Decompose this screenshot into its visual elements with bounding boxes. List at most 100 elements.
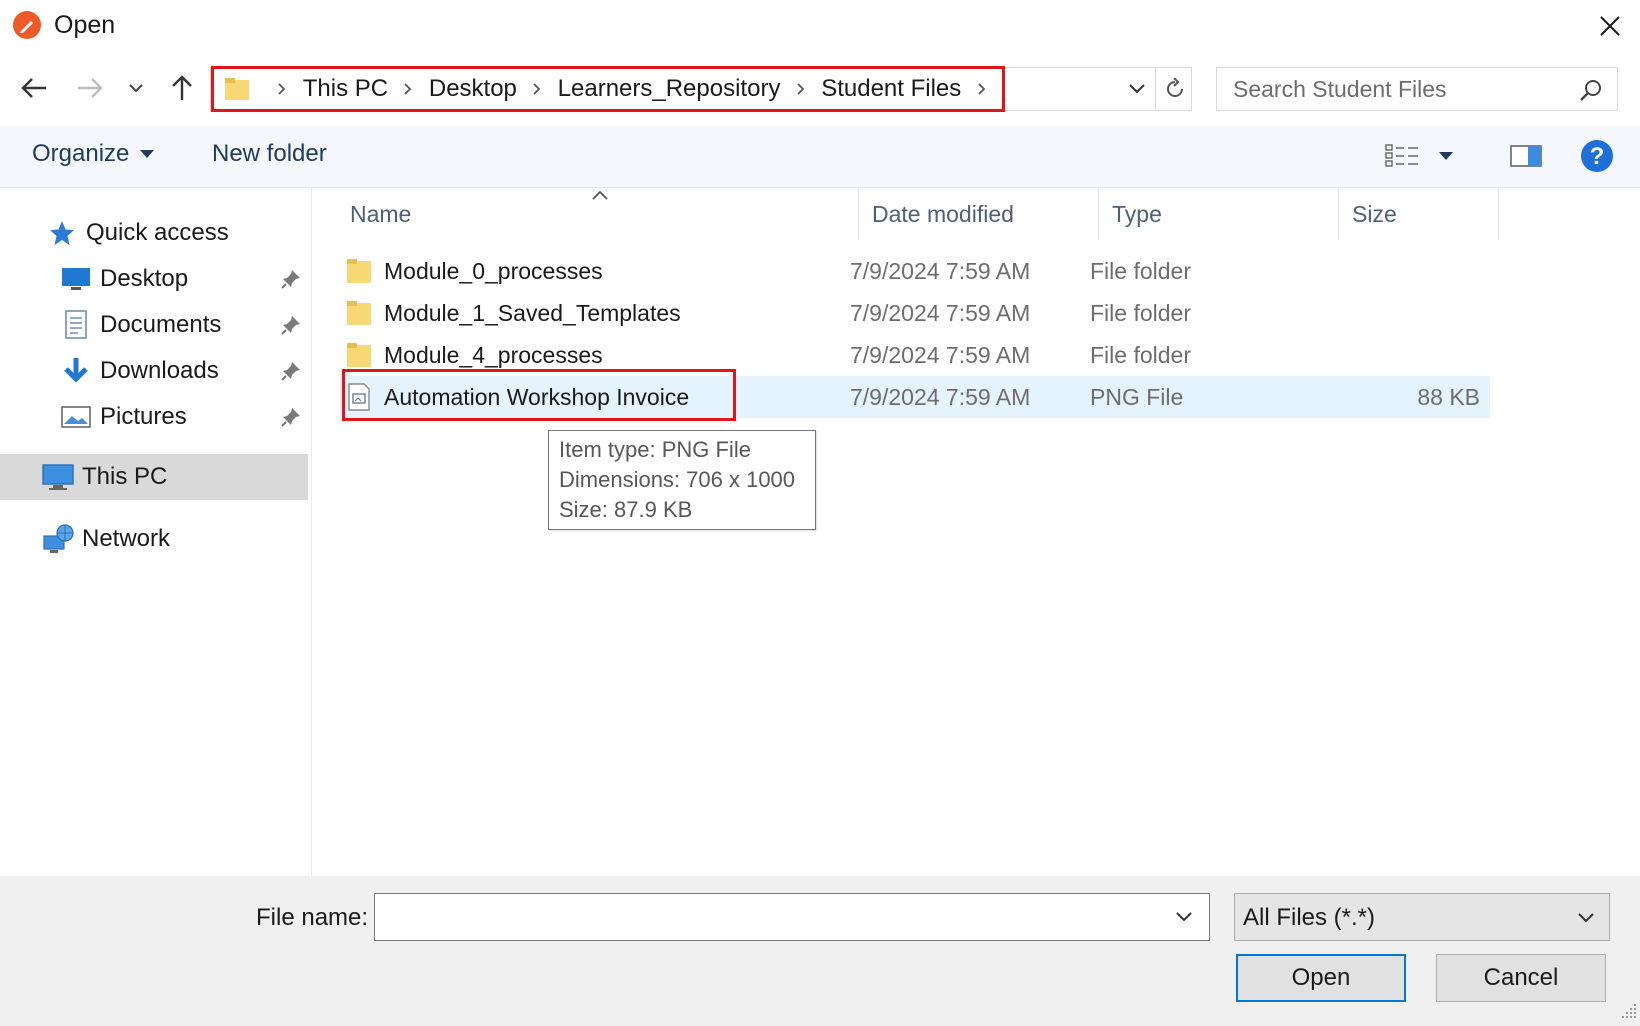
preview-pane-button[interactable]: [1508, 140, 1544, 172]
file-name-combobox[interactable]: [374, 893, 1210, 941]
file-info-tooltip: Item type: PNG File Dimensions: 706 x 10…: [548, 430, 816, 530]
folder-icon: [224, 76, 250, 102]
column-header-name[interactable]: Name: [350, 188, 810, 240]
refresh-icon: [1166, 78, 1183, 97]
breadcrumb-learners-repository[interactable]: Learners_Repository: [558, 75, 781, 103]
chevron-right-icon: [531, 81, 544, 97]
pin-icon: [281, 408, 300, 427]
sidebar-item-label: Documents: [100, 311, 222, 338]
search-input[interactable]: [1217, 68, 1567, 110]
file-name: Module_0_processes: [384, 257, 603, 284]
title-bar: Open: [0, 0, 1640, 52]
file-date: 7/9/2024 7:59 AM: [850, 383, 1031, 410]
svg-text:?: ?: [1590, 143, 1605, 170]
file-type-filter-select[interactable]: All Files (*.*): [1234, 893, 1610, 941]
new-folder-button[interactable]: New folder: [212, 140, 327, 168]
organize-button[interactable]: Organize: [32, 140, 155, 168]
arrow-up-icon: [172, 75, 192, 100]
tooltip-size: Size: 87.9 KB: [559, 497, 693, 522]
file-row-module-1[interactable]: Module_1_Saved_Templates 7/9/2024 7:59 A…: [340, 292, 1490, 334]
file-size: 88 KB: [1417, 383, 1480, 410]
sidebar-item-network[interactable]: Network: [0, 516, 308, 562]
sidebar-item-label: Pictures: [100, 403, 187, 430]
file-size: [1340, 292, 1480, 334]
sidebar-item-label: Desktop: [100, 265, 189, 292]
chevron-down-icon: [1129, 84, 1145, 94]
breadcrumb-student-files[interactable]: Student Files: [821, 75, 961, 103]
preview-pane-icon: [1510, 145, 1542, 167]
column-divider[interactable]: [1098, 188, 1099, 240]
back-button[interactable]: [16, 70, 52, 106]
change-view-button[interactable]: [1384, 140, 1454, 172]
caret-down-icon: [140, 150, 155, 158]
navigation-bar: This PC Desktop Learners_Repository Stud…: [0, 56, 1640, 122]
column-header-type[interactable]: Type: [1112, 188, 1332, 240]
search-icon[interactable]: [1577, 76, 1605, 104]
chevron-right-icon: [276, 81, 289, 97]
file-row-module-0[interactable]: Module_0_processes 7/9/2024 7:59 AM File…: [340, 250, 1490, 292]
sidebar-item-this-pc[interactable]: This PC: [0, 454, 308, 500]
column-header-size[interactable]: Size: [1352, 188, 1492, 240]
file-name: Module_4_processes: [384, 341, 603, 368]
help-icon: ?: [1581, 140, 1613, 172]
column-divider[interactable]: [1498, 188, 1499, 240]
close-button[interactable]: [1590, 6, 1630, 46]
file-type: File folder: [1090, 299, 1191, 326]
sidebar-item-label: Quick access: [86, 219, 229, 246]
arrow-left-icon: [21, 78, 46, 98]
sidebar-item-documents[interactable]: Documents: [0, 302, 308, 348]
sidebar-item-downloads[interactable]: Downloads: [0, 348, 308, 394]
file-size: [1340, 334, 1480, 376]
file-type: PNG File: [1090, 383, 1184, 410]
column-divider[interactable]: [858, 188, 859, 240]
caret-down-icon: [1439, 152, 1453, 160]
recent-locations-button[interactable]: [122, 70, 150, 106]
view-details-icon: [1385, 144, 1418, 167]
network-icon: [42, 523, 74, 555]
sidebar-item-desktop[interactable]: Desktop: [0, 256, 308, 302]
chevron-down-icon: [1569, 902, 1603, 934]
file-list: Name Date modified Type Size Module_0_pr…: [312, 188, 1640, 876]
file-name: Automation Workshop Invoice: [384, 383, 690, 410]
chevron-right-icon[interactable]: [975, 81, 988, 97]
breadcrumb-this-pc[interactable]: This PC: [303, 75, 388, 103]
file-name-dropdown-button[interactable]: [1167, 901, 1201, 933]
file-name-label: File name:: [256, 904, 369, 931]
file-date: 7/9/2024 7:59 AM: [850, 341, 1031, 368]
file-name-cell: Module_0_processes: [340, 250, 603, 292]
file-row-module-4[interactable]: Module_4_processes 7/9/2024 7:59 AM File…: [340, 334, 1490, 376]
forward-button[interactable]: [72, 70, 108, 106]
file-date: 7/9/2024 7:59 AM: [850, 299, 1031, 326]
image-file-icon: [346, 383, 372, 411]
chevron-down-icon: [1176, 912, 1192, 922]
resize-grip-icon[interactable]: [1620, 1002, 1638, 1020]
cancel-button[interactable]: Cancel: [1436, 954, 1606, 1002]
pin-icon: [281, 362, 300, 381]
address-dropdown-button[interactable]: [1119, 68, 1155, 110]
column-header-date[interactable]: Date modified: [872, 188, 1092, 240]
file-type: File folder: [1090, 257, 1191, 284]
file-row-automation-workshop-invoice[interactable]: Automation Workshop Invoice 7/9/2024 7:5…: [340, 376, 1490, 418]
folder-icon: [346, 257, 372, 285]
file-name-input[interactable]: [375, 894, 1155, 940]
sidebar-item-pictures[interactable]: Pictures: [0, 394, 308, 440]
navigation-pane: Quick access Desktop Documents Downloads…: [0, 188, 312, 876]
breadcrumb: This PC Desktop Learners_Repository Stud…: [211, 66, 1005, 112]
open-button[interactable]: Open: [1236, 954, 1406, 1002]
sidebar-item-quick-access[interactable]: Quick access: [0, 210, 308, 256]
address-bar[interactable]: This PC Desktop Learners_Repository Stud…: [210, 66, 1193, 112]
chevron-down-icon: [129, 84, 143, 93]
breadcrumb-desktop[interactable]: Desktop: [429, 75, 517, 103]
pictures-icon: [60, 401, 92, 433]
file-name-cell: Module_4_processes: [340, 334, 603, 376]
help-button[interactable]: ?: [1580, 140, 1614, 172]
app-logo-icon: [13, 11, 41, 39]
file-date: 7/9/2024 7:59 AM: [850, 257, 1031, 284]
refresh-button[interactable]: [1155, 68, 1193, 110]
sidebar-item-label: This PC: [82, 463, 168, 490]
close-icon: [1600, 16, 1620, 36]
search-box[interactable]: [1216, 67, 1618, 111]
downloads-icon: [60, 355, 92, 387]
column-divider[interactable]: [1338, 188, 1339, 240]
up-button[interactable]: [164, 70, 200, 106]
